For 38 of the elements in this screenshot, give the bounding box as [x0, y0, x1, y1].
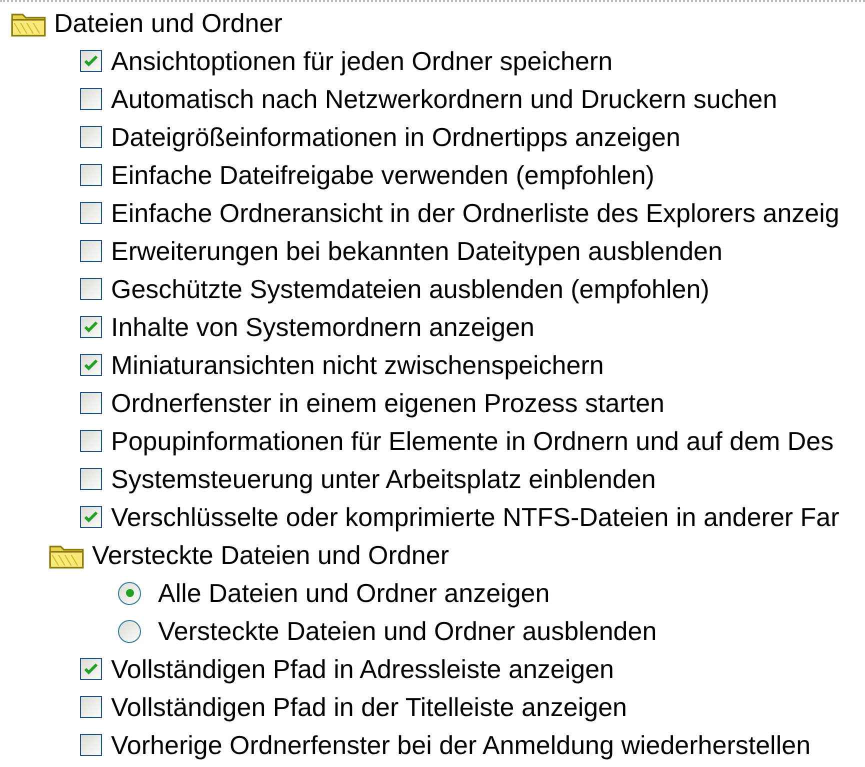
- option-label[interactable]: Erweiterungen bei bekannten Dateitypen ausblenden: [111, 236, 722, 266]
- checkbox[interactable]: [80, 164, 102, 186]
- option-label[interactable]: Einfache Dateifreigabe verwenden (empfohlen): [111, 160, 654, 190]
- option-label[interactable]: Popupinformationen für Elemente in Ordnern und auf dem Des: [111, 426, 834, 456]
- checkbox[interactable]: [80, 278, 102, 300]
- radio-button[interactable]: [118, 582, 141, 604]
- checkbox[interactable]: [80, 50, 102, 72]
- checkbox[interactable]: [80, 506, 102, 528]
- radio-button[interactable]: [118, 620, 141, 642]
- option-label[interactable]: Verschlüsselte oder komprimierte NTFS-Dateien in anderer Far: [111, 502, 840, 532]
- option-label[interactable]: Versteckte Dateien und Ordner ausblenden: [158, 616, 657, 646]
- checkbox[interactable]: [80, 240, 102, 262]
- option-label[interactable]: Geschützte Systemdateien ausblenden (empfohlen): [111, 274, 710, 304]
- option-label[interactable]: Vorherige Ordnerfenster bei der Anmeldung wiederherstellen: [111, 730, 811, 760]
- option-label[interactable]: Alle Dateien und Ordner anzeigen: [158, 578, 550, 608]
- option-label[interactable]: Vollständigen Pfad in der Titelleiste anzeigen: [111, 692, 628, 722]
- checkbox[interactable]: [80, 658, 102, 680]
- checkbox[interactable]: [80, 468, 102, 490]
- option-label[interactable]: Ordnerfenster in einem eigenen Prozess starten: [111, 388, 665, 418]
- option-label[interactable]: Dateigrößeinformationen in Ordnertipps anzeigen: [111, 122, 680, 152]
- checkbox[interactable]: [80, 696, 102, 718]
- option-label[interactable]: Inhalte von Systemordnern anzeigen: [111, 312, 534, 342]
- option-label[interactable]: Vollständigen Pfad in Adressleiste anzeigen: [111, 654, 614, 684]
- checkbox[interactable]: [80, 126, 102, 148]
- option-label[interactable]: Systemsteuerung unter Arbeitsplatz einblenden: [111, 464, 656, 494]
- checkbox[interactable]: [80, 316, 102, 338]
- checkbox[interactable]: [80, 88, 102, 110]
- group-label[interactable]: Versteckte Dateien und Ordner: [92, 540, 449, 570]
- checkbox[interactable]: [80, 202, 102, 224]
- checkbox[interactable]: [80, 354, 102, 376]
- checkbox[interactable]: [80, 392, 102, 414]
- option-label[interactable]: Ansichtoptionen für jeden Ordner speichern: [111, 46, 613, 76]
- option-label[interactable]: Einfache Ordneransicht in der Ordnerliste des Explorers anzeig: [111, 198, 840, 228]
- checkbox[interactable]: [80, 430, 102, 452]
- option-label[interactable]: Automatisch nach Netzwerkordnern und Druckern suchen: [111, 84, 778, 114]
- checkbox[interactable]: [80, 734, 102, 756]
- option-label[interactable]: Miniaturansichten nicht zwischenspeichern: [111, 350, 604, 380]
- group-label[interactable]: Dateien und Ordner: [54, 8, 282, 38]
